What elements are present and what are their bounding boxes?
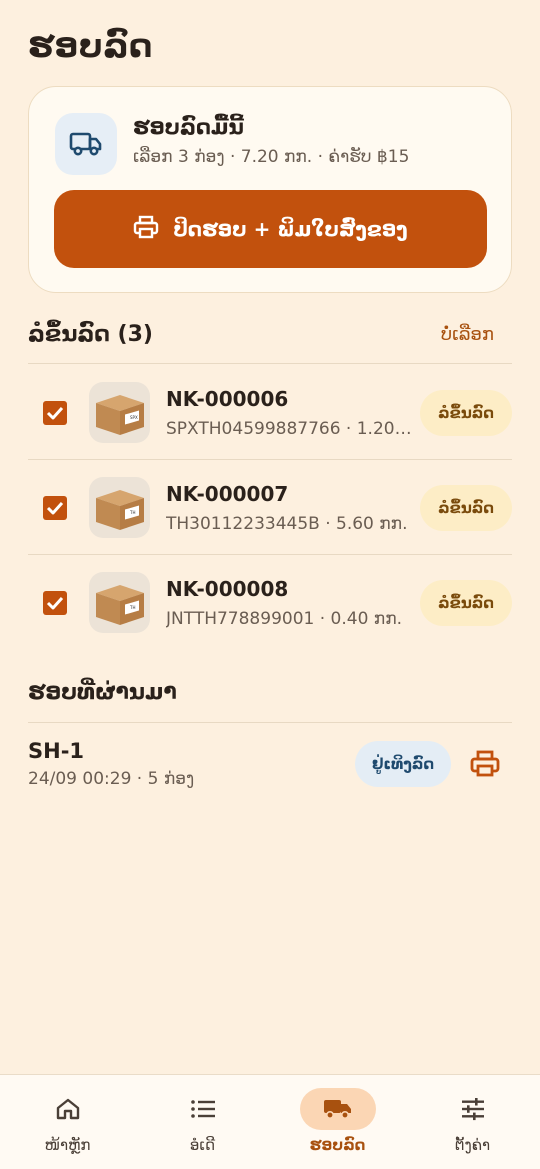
nav-label: ຕັ້ງຄ່າ — [454, 1136, 491, 1154]
status-badge[interactable]: ລໍຂຶ້ນລົດ — [420, 390, 512, 436]
package-id: NK-000006 — [166, 387, 289, 411]
package-id: NK-000007 — [166, 482, 289, 506]
today-round-summary: ເລືອກ 3 ກ່ອງ · 7.20 ກກ. · ຄ່າຮັບ ฿15 — [133, 147, 410, 167]
package-meta: SPXTH04599887766 · 1.20 ກກ. — [166, 419, 416, 439]
printer-icon — [133, 215, 159, 244]
package-checkbox[interactable] — [43, 401, 67, 425]
nav-item-orders[interactable]: ອໍເດີ — [135, 1075, 270, 1169]
nav-label: ໜ້າຫຼັກ — [44, 1136, 91, 1154]
package-box-image: SPX — [89, 382, 150, 443]
printer-icon[interactable] — [464, 743, 506, 785]
status-badge: ຢູ່ເທິງລົດ — [355, 741, 451, 787]
pending-package-row[interactable]: TH NK-000007 TH30112233445B · 5.60 ກກ. ລໍຂຶ… — [28, 460, 512, 555]
package-meta: TH30112233445B · 5.60 ກກ. — [166, 514, 408, 534]
past-section-header: ຮອບທີ່ຜ່ານມາ — [28, 680, 512, 705]
package-box-image: TH — [89, 477, 150, 538]
box-label: TH — [129, 510, 135, 515]
nav-item-settings[interactable]: ຕັ້ງຄ່າ — [405, 1075, 540, 1169]
status-badge[interactable]: ລໍຂຶ້ນລົດ — [420, 580, 512, 626]
close-round-print-label: ປິດຮອບ + ພິມໃບສົ່ງຂອງ — [173, 217, 408, 241]
bottom-navigation: ໜ້າຫຼັກ ອໍເດີ ຮອບລົດ ຕັ້ງຄ່າ — [0, 1074, 540, 1169]
truck-icon — [299, 1088, 376, 1130]
past-section-title: ຮອບທີ່ຜ່ານມາ — [28, 680, 177, 705]
today-round-card: ຮອບລົດມື້ນີ້ ເລືອກ 3 ກ່ອງ · 7.20 ກກ. · ຄ… — [28, 86, 512, 293]
nav-label: ອໍເດີ — [189, 1136, 216, 1154]
deselect-all-button[interactable]: ບໍ່ເລືອກ — [441, 324, 494, 345]
past-round-id: SH-1 — [28, 739, 85, 763]
today-round-title: ຮອບລົດມື້ນີ້ — [133, 115, 244, 139]
pending-section-header: ລໍຂຶ້ນລົດ (3) ບໍ່ເລືອກ — [28, 322, 512, 347]
truck-icon — [55, 113, 117, 175]
list-icon — [165, 1088, 241, 1130]
nav-item-home[interactable]: ໜ້າຫຼັກ — [0, 1075, 135, 1169]
page-title: ຮອບລົດ — [28, 26, 153, 65]
package-meta: JNTTH778899001 · 0.40 ກກ. — [166, 609, 402, 629]
status-badge[interactable]: ລໍຂຶ້ນລົດ — [420, 485, 512, 531]
home-icon — [30, 1088, 106, 1130]
past-round-row[interactable]: SH-1 24/09 00:29 · 5 ກ່ອງ ຢູ່ເທິງລົດ — [28, 723, 512, 803]
pending-section-title: ລໍຂຶ້ນລົດ (3) — [28, 322, 153, 347]
package-checkbox[interactable] — [43, 496, 67, 520]
package-box-image: TH — [89, 572, 150, 633]
sliders-icon — [435, 1088, 511, 1130]
pending-package-row[interactable]: TH NK-000008 JNTTH778899001 · 0.40 ກກ. ລໍຂຶ… — [28, 555, 512, 650]
pending-package-row[interactable]: SPX NK-000006 SPXTH04599887766 · 1.20 ກກ. ລ… — [28, 365, 512, 460]
box-label: SPX — [130, 415, 138, 420]
box-label: TH — [129, 605, 135, 610]
past-round-meta: 24/09 00:29 · 5 ກ່ອງ — [28, 769, 195, 789]
nav-label: ຮອບລົດ — [309, 1136, 366, 1154]
shipping-rounds-screen: ຮອບລົດ ຮອບລົດມື້ນີ້ ເລືອກ 3 ກ່ອງ · 7.20 … — [0, 0, 540, 1169]
divider — [28, 363, 512, 364]
package-checkbox[interactable] — [43, 591, 67, 615]
package-id: NK-000008 — [166, 577, 289, 601]
close-round-print-button[interactable]: ປິດຮອບ + ພິມໃບສົ່ງຂອງ — [54, 190, 487, 268]
nav-item-rounds[interactable]: ຮອບລົດ — [270, 1075, 405, 1169]
